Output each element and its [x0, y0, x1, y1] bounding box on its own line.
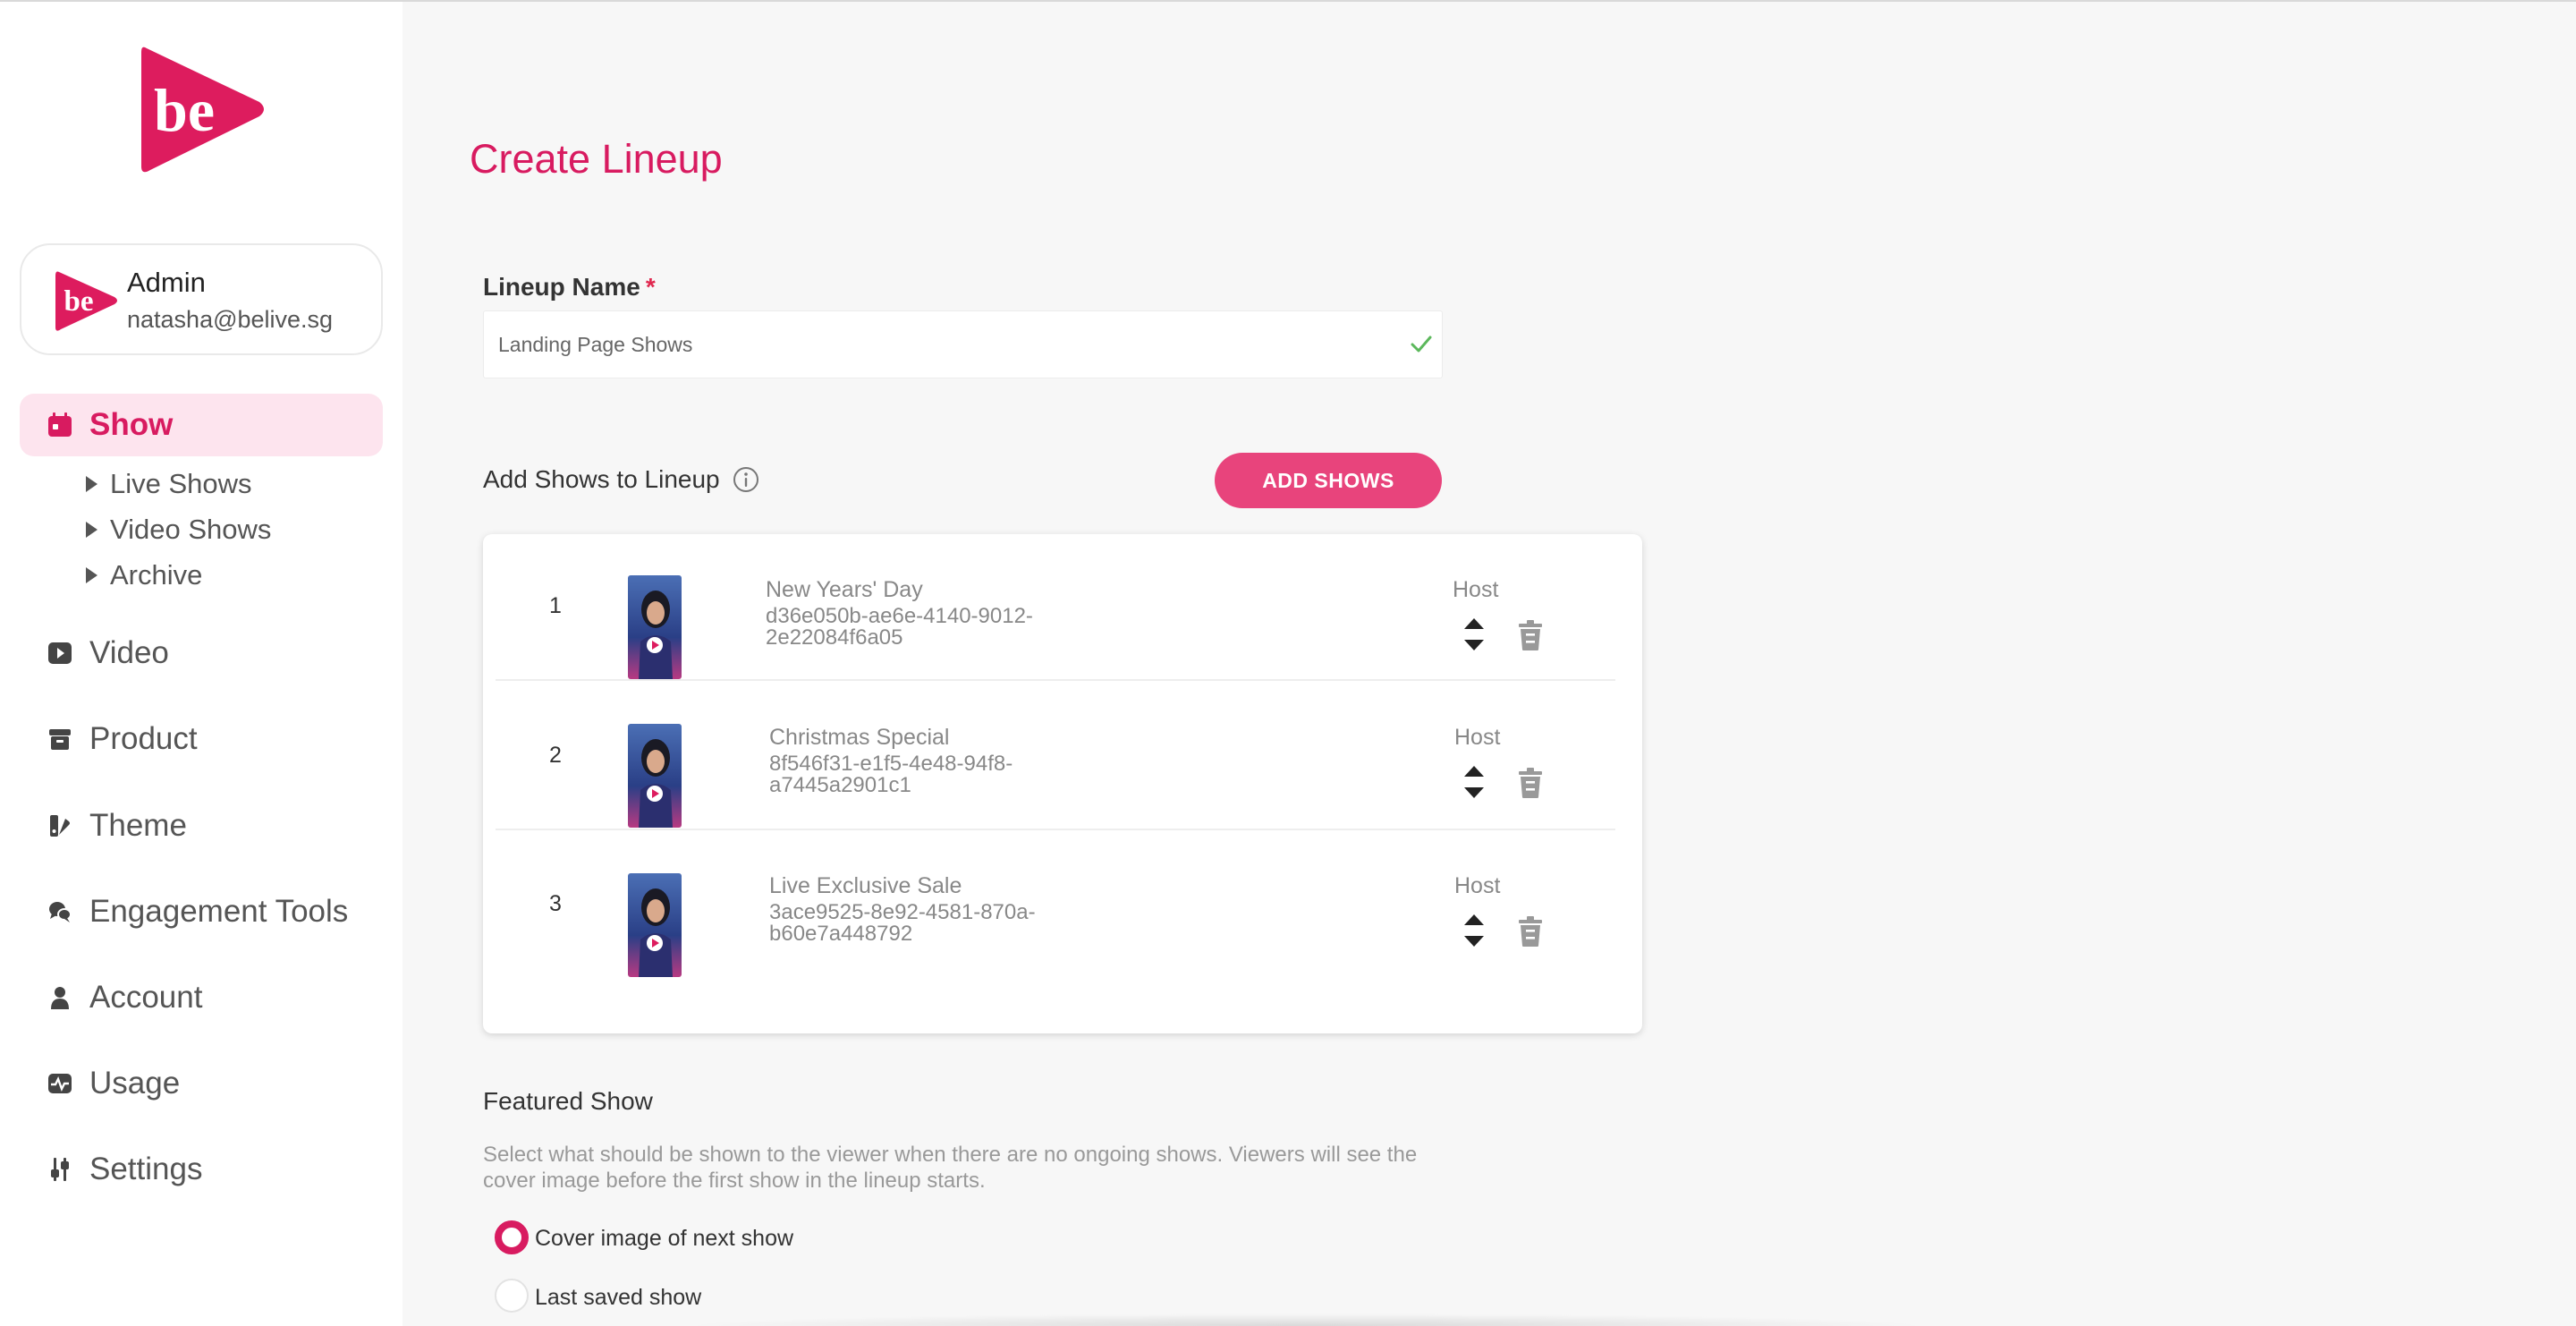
sidebar-subitem-video-shows[interactable]: Video Shows [86, 512, 271, 548]
radio-cover-image[interactable] [495, 1220, 529, 1254]
sidebar-item-label: Settings [89, 1152, 203, 1186]
show-host: Host [1454, 873, 1501, 898]
page-title: Create Lineup [470, 136, 723, 182]
show-index: 3 [549, 891, 562, 916]
sidebar-item-engagement-tools[interactable]: Engagement Tools [20, 880, 383, 943]
user-card[interactable]: be Admin natasha@belive.sg [20, 243, 383, 355]
sidebar-subitem-label: Archive [110, 559, 203, 591]
sidebar-item-product[interactable]: Product [20, 708, 383, 770]
show-row[interactable]: 1 New Years' Day d36e050b-ae6e-4140-9012… [496, 534, 1615, 681]
sidebar-item-show[interactable]: Show [20, 394, 383, 456]
show-row[interactable]: 2 Christmas Special 8f546f31-e1f5-4e48-9… [496, 684, 1615, 830]
lineup-card: 1 New Years' Day d36e050b-ae6e-4140-9012… [483, 534, 1642, 1033]
sidebar-item-video[interactable]: Video [20, 622, 383, 684]
featured-show-title: Featured Show [483, 1087, 653, 1115]
svg-text:be: be [64, 285, 94, 318]
show-id: d36e050b-ae6e-4140-9012-2e22084f6a05 [766, 604, 1033, 650]
show-thumbnail[interactable] [628, 724, 682, 828]
sidebar-subitem-archive[interactable]: Archive [86, 557, 202, 593]
show-title: New Years' Day [766, 577, 923, 602]
sidebar-subitem-label: Live Shows [110, 468, 252, 499]
sidebar-item-label: Product [89, 721, 198, 756]
show-id: 3ace9525-8e92-4581-870a-b60e7a448792 [769, 900, 1036, 946]
radio-label-last-saved: Last saved show [535, 1285, 702, 1310]
archive-box-icon [47, 726, 73, 752]
show-thumbnail[interactable] [628, 873, 682, 977]
caret-right-icon [86, 476, 97, 492]
user-name: Admin [127, 267, 206, 298]
avatar: be [55, 271, 117, 331]
sidebar-item-label: Video [89, 635, 169, 670]
video-play-icon [47, 640, 73, 667]
radio-label-cover-image: Cover image of next show [535, 1226, 794, 1251]
bottom-shadow [680, 1313, 1932, 1326]
sliders-icon [47, 1156, 73, 1183]
trash-icon[interactable] [1517, 619, 1544, 651]
show-title: Live Exclusive Sale [769, 873, 962, 898]
sidebar-item-usage[interactable]: Usage [20, 1052, 383, 1115]
show-row[interactable]: 3 Live Exclusive Sale 3ace9525-8e92-4581… [496, 832, 1615, 979]
featured-show-description: Select what should be shown to the viewe… [483, 1143, 1418, 1193]
sidebar: be be Admin natasha@belive.sg Show Live … [0, 2, 402, 1326]
user-icon [47, 984, 73, 1011]
check-icon [1411, 336, 1432, 353]
chat-bubbles-icon [47, 898, 73, 925]
show-id: 8f546f31-e1f5-4e48-94f8-a7445a2901c1 [769, 752, 1013, 797]
palette-icon [47, 812, 73, 839]
trash-icon[interactable] [1517, 767, 1544, 799]
show-thumbnail[interactable] [628, 575, 682, 679]
sidebar-item-theme[interactable]: Theme [20, 795, 383, 857]
sidebar-item-account[interactable]: Account [20, 966, 383, 1029]
add-shows-label: Add Shows to Lineup [483, 465, 720, 493]
sort-arrows-icon[interactable] [1462, 909, 1486, 952]
show-title: Christmas Special [769, 725, 950, 750]
activity-monitor-icon [47, 1070, 73, 1097]
sort-arrows-icon[interactable] [1462, 761, 1486, 803]
sidebar-item-label: Account [89, 980, 203, 1015]
user-email: natasha@belive.sg [127, 306, 334, 333]
caret-right-icon [86, 522, 97, 538]
show-index: 1 [549, 593, 562, 618]
caret-right-icon [86, 567, 97, 583]
svg-text:be: be [154, 76, 215, 144]
sidebar-item-label: Theme [89, 808, 187, 843]
sidebar-item-settings[interactable]: Settings [20, 1138, 383, 1201]
add-shows-button[interactable]: ADD SHOWS [1215, 453, 1442, 508]
info-icon[interactable] [732, 465, 760, 494]
lineup-name-label-text: Lineup Name [483, 273, 640, 301]
belive-logo[interactable]: be [134, 41, 268, 177]
required-asterisk: * [645, 273, 656, 301]
sort-arrows-icon[interactable] [1462, 613, 1486, 656]
radio-last-saved[interactable] [495, 1279, 529, 1313]
lineup-name-input[interactable] [483, 310, 1443, 378]
sidebar-subitem-live-shows[interactable]: Live Shows [86, 466, 252, 502]
lineup-name-label: Lineup Name * [483, 273, 656, 302]
sidebar-subitem-label: Video Shows [110, 514, 272, 545]
sidebar-item-label: Show [89, 407, 174, 442]
trash-icon[interactable] [1517, 915, 1544, 948]
show-host: Host [1454, 725, 1501, 750]
calendar-icon [47, 412, 73, 438]
sidebar-item-label: Engagement Tools [89, 894, 349, 929]
show-index: 2 [549, 743, 562, 768]
sidebar-item-label: Usage [89, 1066, 181, 1101]
show-host: Host [1453, 577, 1499, 602]
